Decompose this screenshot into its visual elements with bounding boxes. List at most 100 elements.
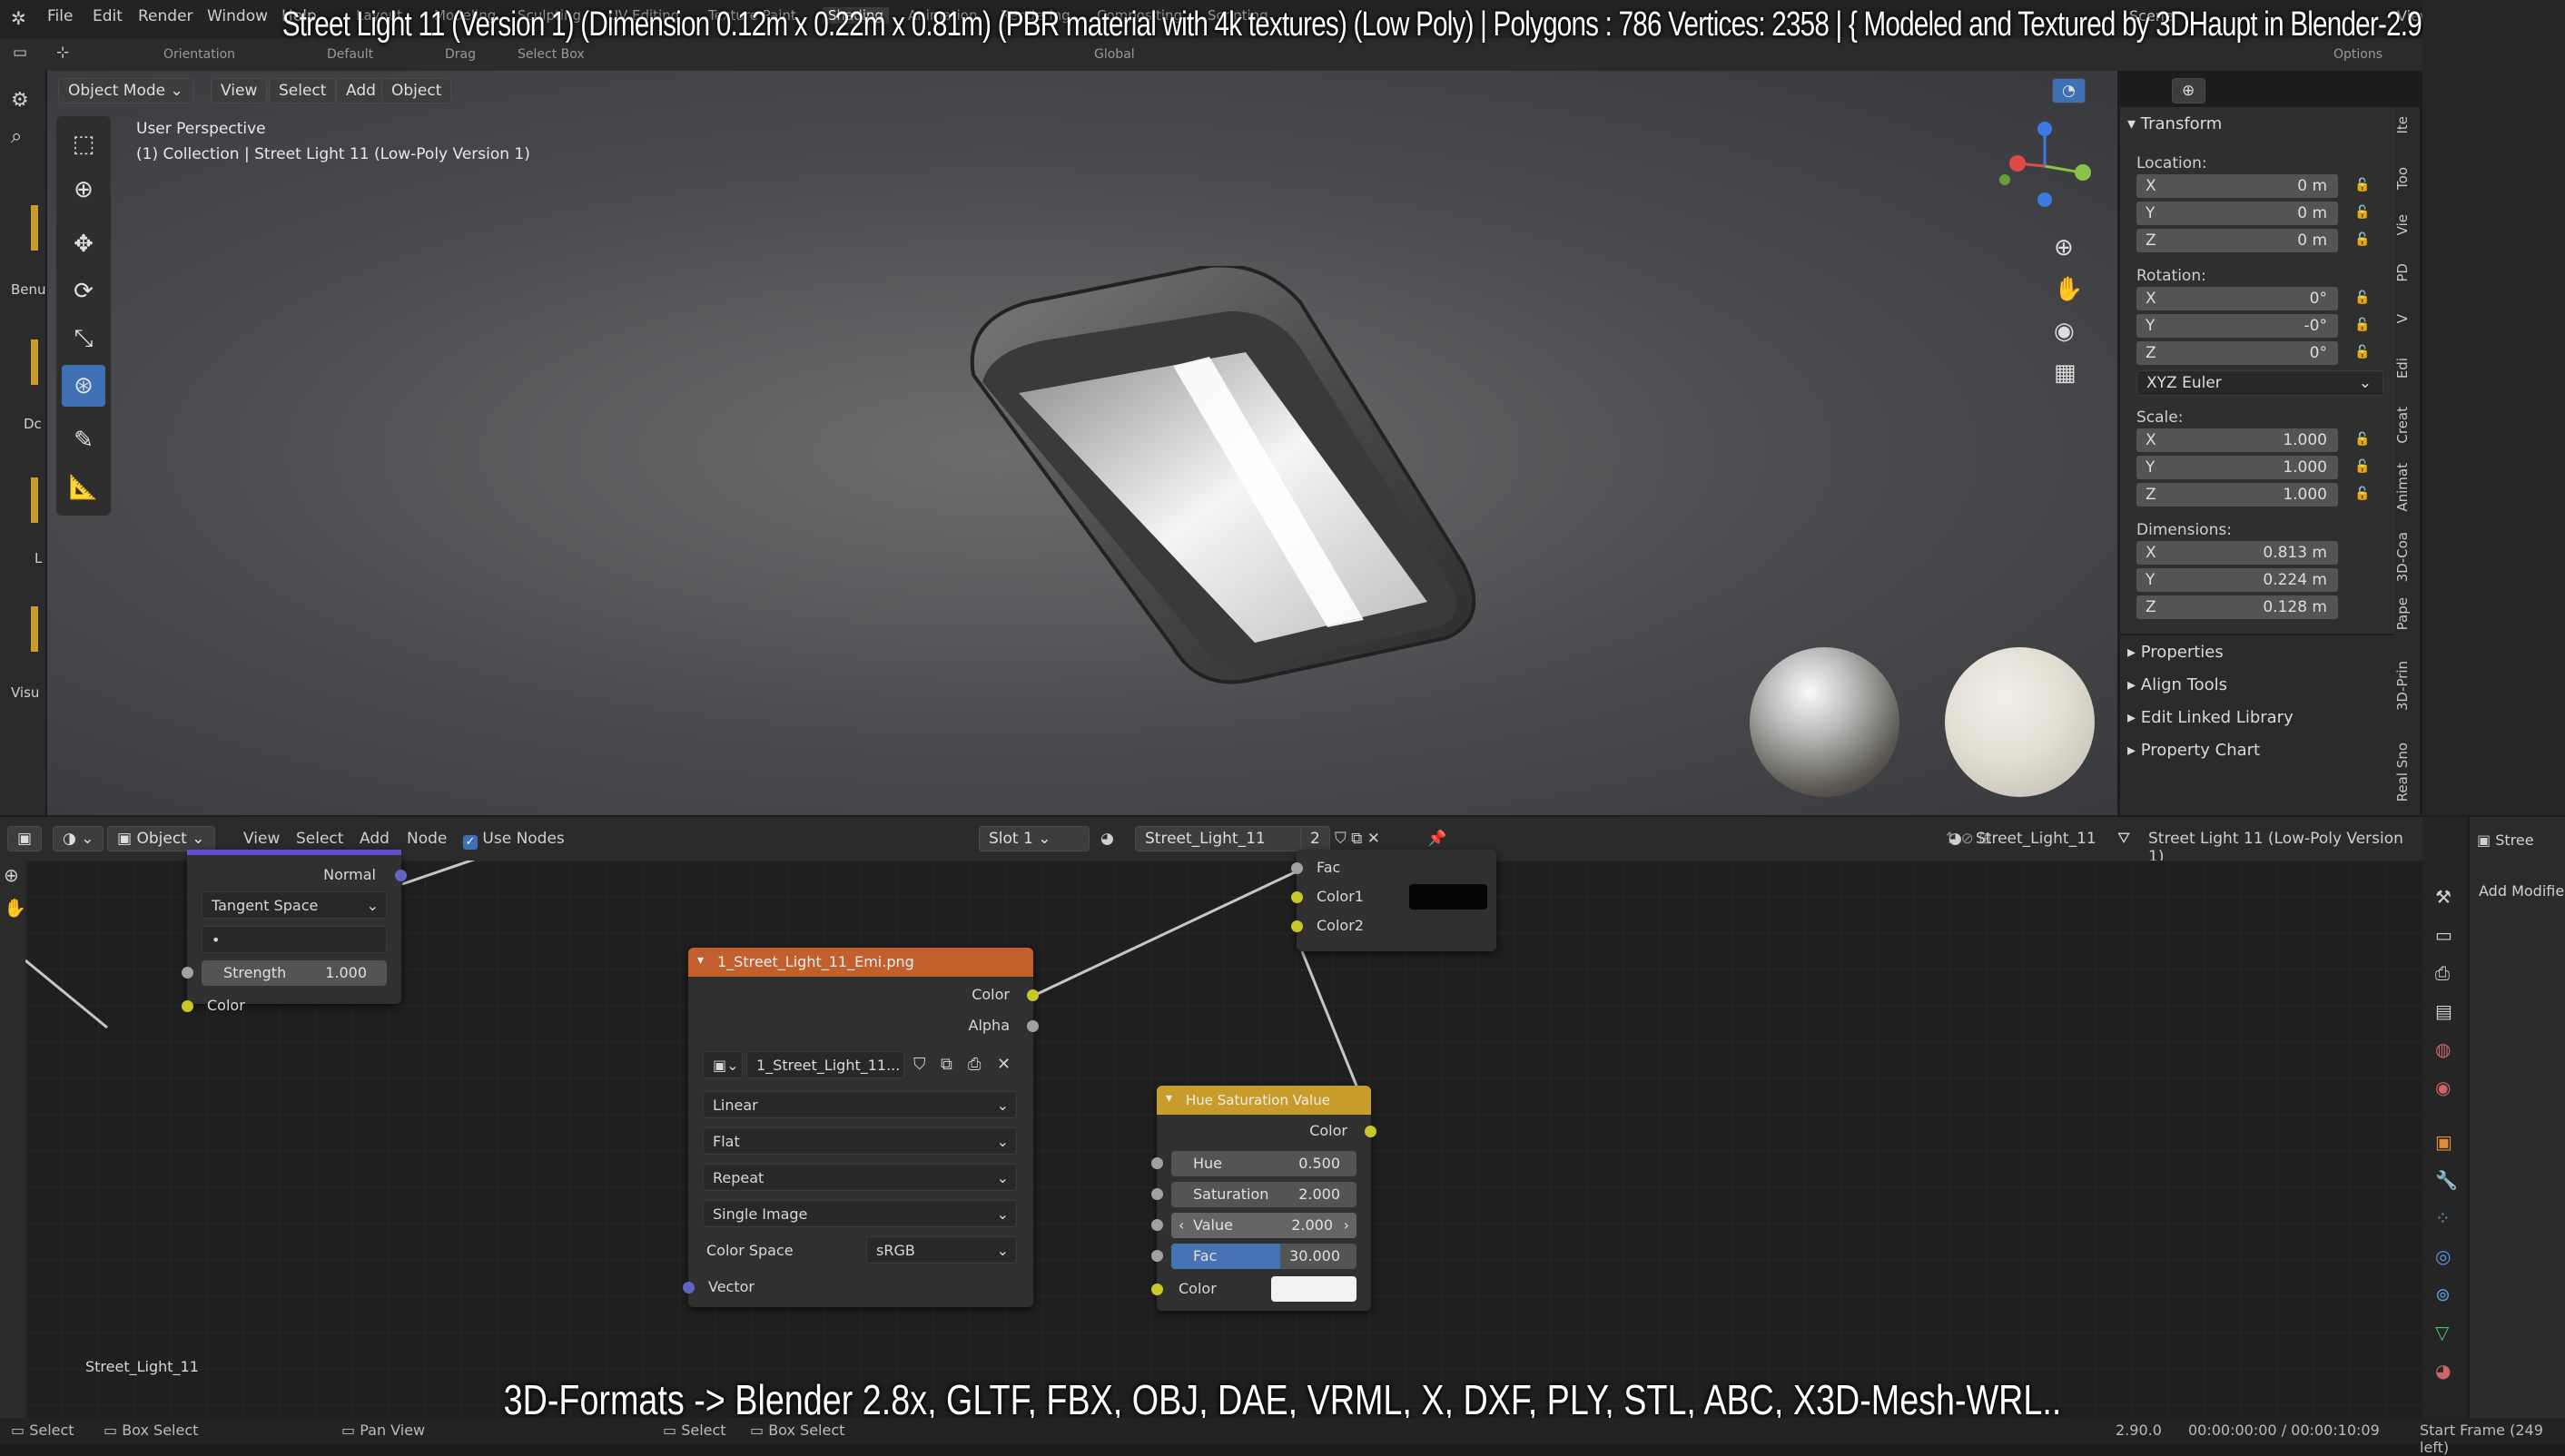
viewport-menu-object[interactable]: Object — [381, 78, 452, 103]
wrench-icon[interactable]: ⚙ — [11, 89, 29, 112]
color1-input-socket[interactable] — [1291, 891, 1303, 903]
node-menu-node[interactable]: Node — [407, 830, 447, 848]
hue-field[interactable]: Hue 0.500 — [1171, 1151, 1356, 1176]
sidebar-tab-11[interactable]: Real Sno — [2394, 743, 2420, 802]
color2-input-socket[interactable] — [1291, 920, 1303, 932]
pin-icon[interactable]: 📌 — [1427, 830, 1446, 848]
fac-input-socket[interactable] — [1291, 862, 1303, 874]
orientation-dropdown[interactable]: Orientation — [163, 47, 235, 62]
projection-dropdown[interactable]: Flat ⌄ — [703, 1127, 1017, 1155]
viewport-menu-select[interactable]: Select — [269, 78, 337, 103]
extension-dropdown[interactable]: Repeat ⌄ — [703, 1164, 1017, 1191]
3d-viewport[interactable]: ⊕ ✋ ◉ ▦ — [47, 71, 2117, 815]
default-dropdown[interactable]: Default — [327, 47, 373, 62]
use-nodes-checkbox[interactable]: ✓ Use Nodes — [463, 830, 565, 850]
image-browse-icon[interactable]: ▣⌄ — [703, 1051, 743, 1078]
render-icon[interactable]: ▭ — [2435, 924, 2452, 946]
lock-icon[interactable]: 🔓 — [2354, 487, 2370, 501]
cursor-tool-icon[interactable]: ⊕ — [62, 169, 105, 211]
blender-logo-icon[interactable]: ✲ — [11, 7, 26, 29]
fake-user-icon[interactable]: ⛉ — [913, 1055, 926, 1074]
properties-section[interactable]: ▸ Properties — [2127, 643, 2224, 662]
object-mode-dropdown[interactable]: Object Mode ⌄ — [58, 78, 193, 103]
dimensions-z-field[interactable]: Z 0.128 m — [2136, 595, 2338, 619]
sidebar-tab-0[interactable]: Ite — [2394, 116, 2420, 134]
node-menu-add[interactable]: Add — [360, 830, 390, 848]
hsv-node-header[interactable]: Hue Saturation Value — [1157, 1086, 1371, 1115]
sidebar-tab-7[interactable]: Animat — [2394, 463, 2420, 512]
lock-icon[interactable]: 🔓 — [2354, 318, 2370, 332]
color-space-dropdown[interactable]: sRGB ⌄ — [866, 1236, 1017, 1264]
scale-z-field[interactable]: Z 1.000 — [2136, 483, 2338, 507]
mix-rgb-node[interactable]: Fac Color1 Color2 — [1291, 850, 1496, 951]
rotation-z-field[interactable]: Z 0° — [2136, 341, 2338, 365]
select-tool-icon[interactable]: ⬚ — [62, 123, 105, 165]
node-object-icon[interactable]: ◕ — [1948, 830, 1962, 848]
rotation-mode-dropdown[interactable]: XYZ Euler ⌄ — [2136, 370, 2383, 396]
tool-icon[interactable]: ⚒ — [2435, 886, 2452, 908]
camera-icon[interactable]: ◉ — [2054, 318, 2075, 345]
location-x-field[interactable]: X 0 m — [2136, 174, 2338, 198]
material-users-count[interactable]: 2 — [1300, 826, 1330, 851]
scale-tool-icon[interactable]: ⤡ — [62, 318, 105, 359]
sidebar-tab-8[interactable]: 3D-Coa — [2394, 532, 2420, 582]
hsv-color-swatch[interactable] — [1271, 1276, 1356, 1302]
dimensions-y-field[interactable]: Y 0.224 m — [2136, 568, 2338, 592]
edit-linked-library-section[interactable]: ▸ Edit Linked Library — [2127, 708, 2294, 727]
world-icon[interactable]: ◉ — [2435, 1077, 2451, 1098]
space-dropdown[interactable]: Tangent Space ⌄ — [202, 891, 387, 919]
sidebar-tab-6[interactable]: Creat — [2394, 407, 2420, 444]
dimensions-x-field[interactable]: X 0.813 m — [2136, 541, 2338, 565]
menu-edit[interactable]: Edit — [93, 7, 123, 25]
rotation-y-field[interactable]: Y -0° — [2136, 314, 2338, 338]
add-modifier-button[interactable]: Add Modifie — [2479, 882, 2564, 900]
pan-hand-icon[interactable]: ✋ — [2054, 276, 2083, 303]
hue-saturation-value-node[interactable]: Hue Saturation Value ▾ Color Hue 0.500 Sa… — [1151, 1086, 1376, 1311]
sidebar-tab-2[interactable]: Vie — [2394, 214, 2420, 235]
material-actions-icons[interactable]: ⛉ ⧉ ✕ — [1335, 830, 1380, 848]
lock-icon[interactable]: 🔓 — [2354, 432, 2370, 447]
options-dropdown[interactable]: Options — [2333, 47, 2382, 62]
node-menu-view[interactable]: View — [243, 830, 280, 848]
color-input-socket[interactable] — [182, 1000, 193, 1012]
hue-input-socket[interactable] — [1151, 1157, 1163, 1169]
move-tool-icon[interactable]: ✥ — [62, 223, 105, 265]
value-field[interactable]: ‹ Value 2.000 › — [1171, 1213, 1356, 1238]
color1-swatch[interactable] — [1409, 884, 1487, 910]
sidebar-tab-4[interactable]: V — [2394, 314, 2420, 323]
align-tools-section[interactable]: ▸ Align Tools — [2127, 675, 2227, 694]
scale-x-field[interactable]: X 1.000 — [2136, 428, 2338, 452]
collapse-chevron-icon[interactable]: ▾ — [697, 953, 704, 968]
scale-y-field[interactable]: Y 1.000 — [2136, 456, 2338, 479]
lock-icon[interactable]: 🔓 — [2354, 178, 2370, 192]
sidebar-tab-3[interactable]: PD — [2394, 263, 2420, 282]
location-y-field[interactable]: Y 0 m — [2136, 202, 2338, 225]
transform-tool-icon[interactable]: ⊛ — [62, 365, 105, 407]
constraints-icon[interactable]: ⊚ — [2435, 1284, 2451, 1305]
overlay-toggle-icon[interactable]: ◔ — [2052, 78, 2086, 103]
location-z-field[interactable]: Z 0 m — [2136, 229, 2338, 252]
menu-render[interactable]: Render — [138, 7, 193, 25]
scene-icon[interactable]: ◍ — [2435, 1038, 2451, 1060]
vector-input-socket[interactable] — [683, 1282, 695, 1294]
physics-icon[interactable]: ◎ — [2435, 1245, 2451, 1267]
image-node-header[interactable]: 1_Street_Light_11_Emi.png — [688, 948, 1033, 977]
node-object-dropdown[interactable]: ▣ Object ⌄ — [107, 826, 215, 851]
pan-hand-icon[interactable]: ✋ — [4, 897, 26, 919]
lock-icon[interactable]: 🔓 — [2354, 459, 2370, 474]
drag-dropdown[interactable]: Drag — [445, 47, 476, 62]
editor-type-icon[interactable]: ▭ — [13, 44, 27, 62]
rotation-x-field[interactable]: X 0° — [2136, 287, 2338, 310]
node-editor-canvas[interactable]: Normal Tangent Space ⌄ • Strength 1.000 Co… — [25, 850, 2422, 1425]
annotate-tool-icon[interactable]: ✎ — [62, 419, 105, 461]
collapse-chevron-icon[interactable]: ▾ — [1166, 1091, 1172, 1106]
zoom-icon[interactable]: ⊕ — [4, 864, 19, 886]
material-sphere-icon[interactable]: ◕ — [1100, 830, 1114, 848]
color-output-socket[interactable] — [1027, 989, 1039, 1001]
measure-tool-icon[interactable]: 📐 — [62, 467, 105, 508]
output-icon[interactable]: ⎙ — [2435, 962, 2450, 984]
uv-map-field[interactable]: • — [202, 926, 387, 953]
menu-window[interactable]: Window — [207, 7, 268, 25]
node-menu-select[interactable]: Select — [296, 830, 343, 848]
open-image-icon[interactable]: ⎙ — [968, 1055, 981, 1074]
